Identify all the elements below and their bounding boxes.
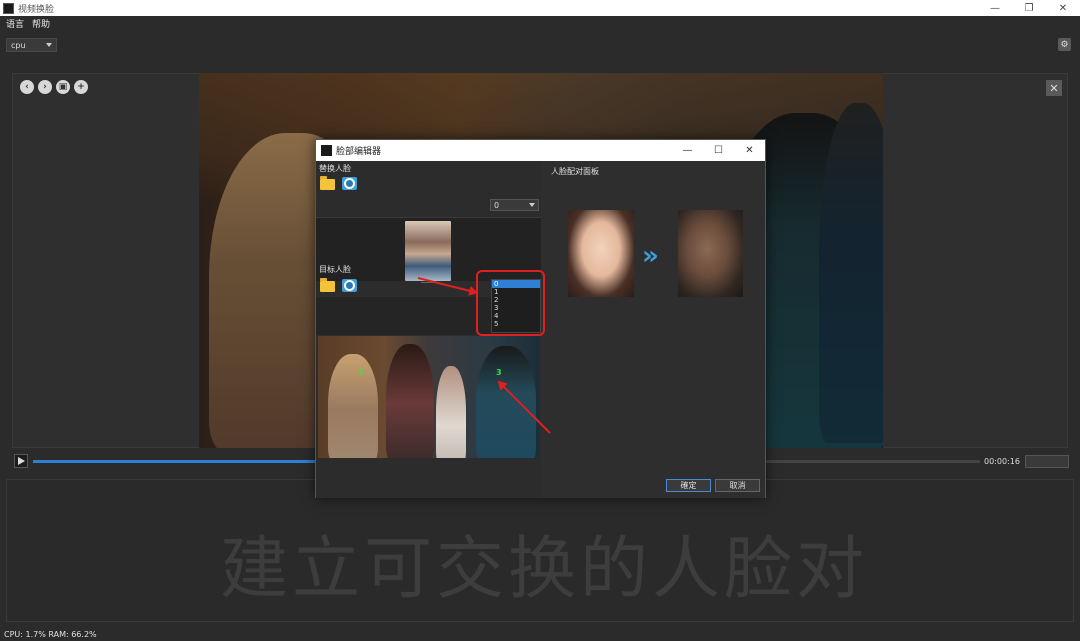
source-face-thumbnail [568, 210, 634, 297]
timecode: 00:00:16 [984, 457, 1020, 466]
dialog-minimize-button[interactable]: — [672, 140, 703, 161]
watermark-text: 建立可交换的人脸对 [220, 530, 869, 609]
save-icon[interactable]: ▣ [56, 80, 70, 94]
open-folder-icon[interactable] [320, 278, 335, 292]
menu-help[interactable]: 帮助 [32, 17, 50, 30]
dialog-titlebar: 脸部编辑器 — ☐ ✕ [316, 140, 765, 161]
face-index-label: 3 [496, 368, 502, 377]
chevron-down-icon [46, 43, 52, 47]
device-select-value: cpu [11, 40, 26, 50]
face-pair-panel-title: 人脸配对面板 [551, 167, 599, 176]
dialog-icon [321, 145, 332, 156]
menu-bar: 语言 帮助 [0, 16, 1080, 30]
replace-face-label: 替换人脸 [319, 164, 351, 173]
ok-button[interactable]: 確定 [666, 479, 711, 492]
maximize-button[interactable]: ❐ [1012, 0, 1046, 16]
replace-face-select[interactable]: 0 [490, 199, 539, 211]
back-icon[interactable]: ‹ [20, 80, 34, 94]
status-bar: CPU: 1.7% RAM: 66.2% [0, 628, 1080, 641]
play-button[interactable] [14, 454, 28, 468]
frame-spinbox[interactable] [1025, 455, 1069, 468]
camera-icon[interactable] [342, 279, 357, 292]
source-face-image [405, 221, 451, 281]
chevron-down-icon [529, 203, 535, 207]
window-controls: — ❐ ✕ [978, 0, 1080, 16]
target-face-label: 目标人脸 [319, 265, 351, 274]
replace-face-select-value: 0 [494, 200, 500, 210]
frame-person [476, 346, 536, 458]
frame-person [328, 354, 378, 458]
face-index-label: 3 [358, 368, 364, 377]
play-icon [17, 457, 25, 465]
double-chevron-right-icon: » [642, 241, 659, 271]
device-select[interactable]: cpu [6, 38, 57, 52]
target-frame-image: 3 3 [318, 336, 539, 458]
dialog-close-button[interactable]: ✕ [734, 140, 765, 161]
camera-icon[interactable] [342, 177, 357, 190]
add-icon[interactable]: + [74, 80, 88, 94]
playback-progress [33, 460, 318, 463]
frame-person [386, 344, 434, 458]
open-folder-icon[interactable] [320, 176, 335, 190]
target-face-thumbnail [678, 210, 743, 297]
cancel-button[interactable]: 取消 [715, 479, 760, 492]
gear-icon[interactable]: ⚙ [1058, 38, 1071, 51]
minimize-button[interactable]: — [978, 0, 1012, 16]
window-title: 视频换脸 [18, 4, 55, 15]
annotation-highlight-box [476, 270, 545, 336]
frame-nav-buttons: ‹ › ▣ + [20, 80, 88, 94]
app-icon [3, 2, 14, 14]
close-button[interactable]: ✕ [1046, 0, 1080, 16]
menu-language[interactable]: 语言 [6, 17, 24, 30]
dialog-title: 脸部编辑器 [336, 147, 382, 157]
close-preview-icon[interactable]: ✕ [1046, 80, 1062, 96]
window-titlebar: 视频换脸 — ❐ ✕ [0, 0, 1080, 16]
face-pair-panel: 人脸配对面板 » 確定 取消 [541, 161, 765, 498]
forward-icon[interactable]: › [38, 80, 52, 94]
dialog-maximize-button[interactable]: ☐ [703, 140, 734, 161]
dialog-controls: — ☐ ✕ [672, 140, 765, 161]
frame-person [436, 366, 466, 458]
